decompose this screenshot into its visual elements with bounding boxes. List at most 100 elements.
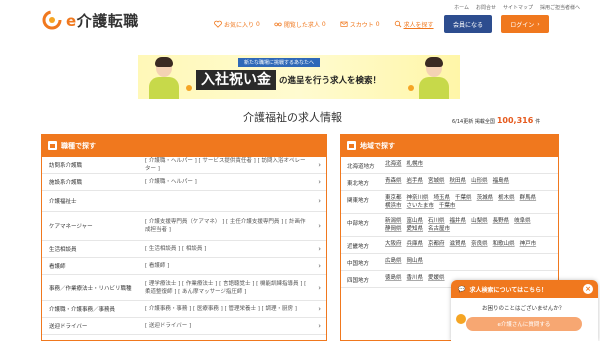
prefecture-link[interactable]: 徳島県 — [385, 274, 402, 284]
prefecture-link[interactable]: 和歌山県 — [493, 240, 515, 250]
nav-favorites-count: 0 — [256, 20, 260, 28]
header: e介護転職 ホーム お問合せ サイトマップ 採用ご担当者様へ お気に入り 0 閲… — [0, 0, 600, 40]
prefecture-link[interactable]: 静岡県 — [385, 225, 402, 233]
banner-dot-left — [186, 85, 192, 91]
utility-links: ホーム お問合せ サイトマップ 採用ご担当者様へ — [454, 4, 580, 11]
chevron-right-icon: › — [318, 283, 321, 292]
occupation-row[interactable]: 生活相談員 [ 生活相談員 ] [ 相談員 ] › — [42, 241, 326, 258]
prefecture-link[interactable]: 滋賀県 — [450, 240, 467, 250]
prefecture-link[interactable]: 群馬県 — [520, 194, 537, 202]
prefecture-link[interactable]: 富山県 — [407, 217, 424, 225]
prefecture-link[interactable]: 京都府 — [428, 240, 445, 250]
prefecture-link[interactable]: 栃木県 — [498, 194, 515, 202]
util-link-home[interactable]: ホーム — [454, 4, 469, 11]
occupation-row[interactable]: 介護福祉士 › — [42, 191, 326, 212]
prefecture-link[interactable]: 広島県 — [385, 257, 402, 267]
prefecture-link[interactable]: 新潟県 — [385, 217, 402, 225]
total-count: 100,316 — [496, 116, 534, 125]
prefecture-link[interactable]: 秋田県 — [450, 177, 467, 187]
prefecture-link[interactable]: 岩手県 — [407, 177, 424, 187]
register-button[interactable]: 会員になる — [444, 15, 492, 33]
banner-dot-right — [408, 85, 414, 91]
logo[interactable]: e介護転職 — [41, 9, 139, 31]
nav-scout[interactable]: スカウト 0 — [340, 19, 380, 29]
occupation-row[interactable]: 介護職・介護事務／事務員 [ 介護事務・事務 ] [ 医療事務 ] [ 管理栄養士… — [42, 301, 326, 318]
util-link-employer[interactable]: 採用ご担当者様へ — [540, 4, 580, 11]
nav-search-label: 求人を探す — [403, 21, 434, 29]
nav-viewed[interactable]: 閲覧した求人 0 — [274, 19, 326, 29]
ask-question-button[interactable]: e介護さんに質問する — [466, 317, 582, 331]
region-row: 北海道地方 北海道 札幌市 — [341, 157, 558, 174]
occupation-name: 介護福祉士 — [49, 199, 77, 205]
prefecture-link[interactable]: 香川県 — [407, 274, 424, 284]
occupation-subcategories[interactable]: [ 生活相談員 ] [ 相談員 ] — [145, 245, 310, 253]
occupation-name: ケアマネージャー — [49, 224, 93, 230]
login-button[interactable]: ログイン › — [501, 15, 549, 33]
occupation-row[interactable]: 訪問系介護職 [ 介護職・ヘルパー ] [ サービス提供責任者 ] [ 訪問入浴オ… — [42, 157, 326, 174]
prefecture-link[interactable]: 長野県 — [493, 217, 510, 225]
occupation-row[interactable]: 送迎ドライバー [ 送迎ドライバー ] › — [42, 318, 326, 335]
prefecture-list: 青森県 岩手県 宮城県 秋田県 山形県 福島県 — [385, 177, 552, 187]
prefecture-link[interactable]: 兵庫県 — [407, 240, 424, 250]
prefecture-link[interactable]: 奈良県 — [471, 240, 488, 250]
prefecture-link[interactable]: 北海道 — [385, 160, 402, 170]
prefecture-link[interactable]: 千葉市 — [439, 202, 456, 210]
prefecture-link[interactable]: 石川県 — [428, 217, 445, 225]
prefecture-link[interactable]: 神奈川県 — [407, 194, 429, 202]
util-link-sitemap[interactable]: サイトマップ — [503, 4, 533, 11]
chat-avatar — [456, 314, 466, 324]
occupation-row[interactable]: 看護師 [ 看護師 ] › — [42, 258, 326, 275]
occupation-subcategories[interactable]: [ 介護職・ヘルパー ] — [145, 178, 310, 186]
prefecture-link[interactable]: 横浜市 — [385, 202, 402, 210]
prefecture-link[interactable]: 大阪府 — [385, 240, 402, 250]
prefecture-link[interactable]: 福島県 — [493, 177, 510, 187]
prefecture-link[interactable]: 愛媛県 — [428, 274, 445, 284]
heart-icon — [214, 20, 222, 28]
region-panel-title: 地域で探す — [360, 141, 395, 150]
occupation-subcategories[interactable]: [ 介護支援専門員（ケアマネ） ] [ 主任介護支援専門員 ] [ 計画作成担当… — [145, 218, 310, 234]
occupation-row[interactable]: ケアマネージャー [ 介護支援専門員（ケアマネ） ] [ 主任介護支援専門員 ] … — [42, 212, 326, 241]
prefecture-link[interactable]: 名古屋市 — [428, 225, 450, 233]
prefecture-link[interactable]: 山形県 — [471, 177, 488, 187]
region-name: 中部地方 — [347, 221, 370, 227]
chevron-right-icon: › — [318, 178, 321, 186]
occupation-name: 介護職・介護事務／事務員 — [49, 307, 116, 313]
nav-search[interactable]: 求人を探す — [394, 19, 434, 29]
region-row: 近畿地方 大阪府 兵庫県 京都府 滋賀県 奈良県 和歌山県 神戸市 — [341, 237, 558, 254]
occupation-subcategories[interactable]: [ 送迎ドライバー ] — [145, 322, 310, 330]
chevron-right-icon: › — [318, 322, 321, 330]
prefecture-link[interactable]: 岡山県 — [407, 257, 424, 267]
occupation-subcategories[interactable]: [ 介護事務・事務 ] [ 医療事務 ] [ 管理栄養士 ] [ 調理・厨房 ] — [145, 305, 310, 313]
prefecture-link[interactable]: 青森県 — [385, 177, 402, 187]
prefecture-link[interactable]: 山梨県 — [471, 217, 488, 225]
chevron-right-icon: › — [318, 262, 321, 270]
prefecture-link[interactable]: 神戸市 — [520, 240, 537, 250]
bonus-banner[interactable]: 新たな職場に挑戦するあなたへ 入社祝い金 の進呈を行う求人を検索！ — [138, 55, 460, 99]
region-list: 北海道地方 北海道 札幌市 東北地方 青森県 岩手県 宮城県 秋田県 山形県 福島県 関東地方 東京都… — [341, 157, 558, 288]
main-nav: お気に入り 0 閲覧した求人 0 スカウト 0 求人を探す — [214, 19, 448, 29]
prefecture-link[interactable]: 愛知県 — [407, 225, 424, 233]
prefecture-link[interactable]: 千葉県 — [455, 194, 472, 202]
prefecture-link[interactable]: 宮城県 — [428, 177, 445, 187]
prefecture-link[interactable]: 埼玉県 — [434, 194, 451, 202]
prefecture-link[interactable]: 岐阜県 — [514, 217, 531, 225]
occupation-row[interactable]: 施設系介護職 [ 介護職・ヘルパー ] › — [42, 174, 326, 191]
occupation-subcategories[interactable]: [ 看護師 ] — [145, 262, 310, 270]
prefecture-link[interactable]: さいたま市 — [407, 202, 434, 210]
util-link-contact[interactable]: お問合せ — [476, 4, 496, 11]
occupation-subcategories[interactable]: [ 理学療法士 ] [ 作業療法士 ] [ 言語聴覚士 ] [ 機能訓練指導員 … — [145, 280, 310, 296]
prefecture-link[interactable]: 東京都 — [385, 194, 402, 202]
update-info: 6/14更新 掲載全国 100,316 件 — [452, 116, 540, 125]
prefecture-list: 新潟県 富山県 石川県 福井県 山梨県 長野県 岐阜県静岡県 愛知県 名古屋市 — [385, 217, 552, 233]
prefecture-link[interactable]: 札幌市 — [407, 160, 424, 170]
prefecture-link[interactable]: 福井県 — [450, 217, 467, 225]
close-icon[interactable]: × — [583, 284, 593, 294]
occupation-subcategories[interactable]: [ 介護職・ヘルパー ] [ サービス提供責任者 ] [ 訪問入浴オペレーター … — [145, 157, 310, 173]
occupation-list: 訪問系介護職 [ 介護職・ヘルパー ] [ サービス提供責任者 ] [ 訪問入浴オ… — [42, 157, 326, 335]
banner-subtitle: 新たな職場に挑戦するあなたへ — [238, 58, 321, 67]
nav-favorites[interactable]: お気に入り 0 — [214, 19, 260, 29]
prefecture-link[interactable]: 茨城県 — [477, 194, 494, 202]
occupation-row[interactable]: 事務／作業療法士・リハビリ職種 [ 理学療法士 ] [ 作業療法士 ] [ 言語聴… — [42, 275, 326, 301]
region-name: 四国地方 — [347, 278, 370, 284]
chat-header[interactable]: 💬 求人検索についてはこちら！ × — [451, 280, 598, 298]
